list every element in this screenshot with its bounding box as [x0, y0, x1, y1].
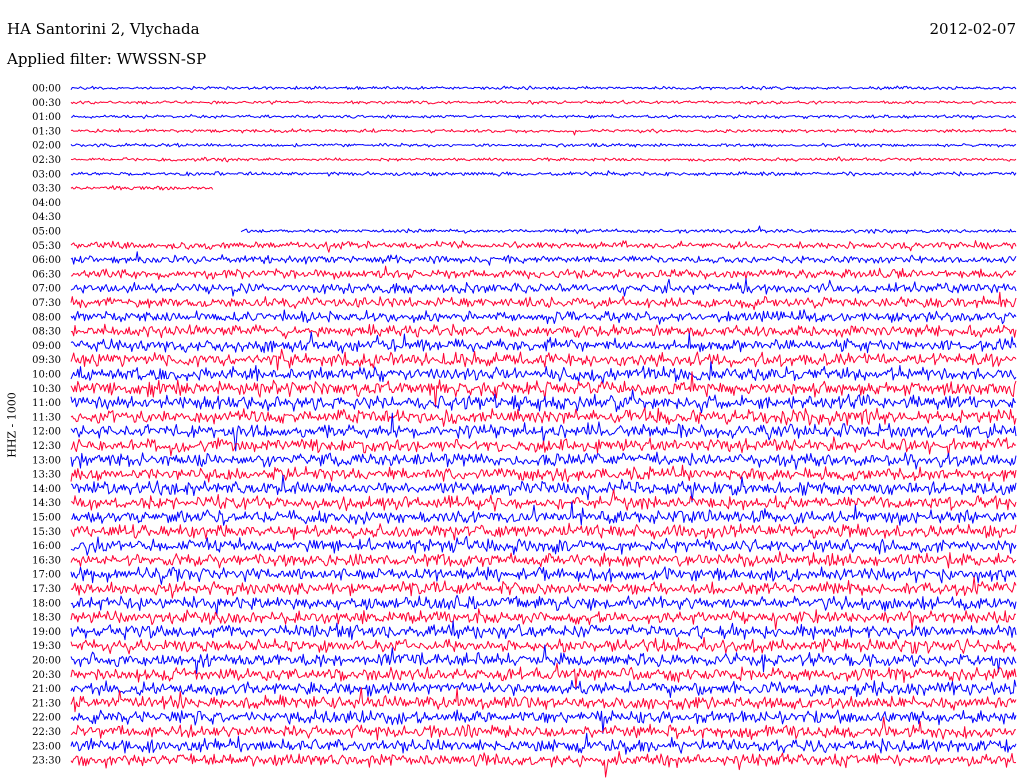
trace-row: [70, 709, 1017, 734]
row-time-label: 16:30: [32, 555, 61, 566]
row-time-label: 07:30: [32, 298, 61, 309]
row-time-label: 14:00: [32, 484, 61, 495]
trace-row: [70, 679, 1017, 698]
row-time-label: 21:00: [32, 684, 61, 695]
trace-group: [70, 85, 1017, 778]
row-time-label: 14:30: [32, 498, 61, 509]
row-time-label: 23:30: [32, 756, 61, 767]
row-time-label: 12:00: [32, 427, 61, 438]
trace-row: [70, 551, 1017, 569]
row-time-label: 06:00: [32, 255, 61, 266]
trace-row: [70, 309, 1017, 325]
trace-row: [240, 225, 1017, 235]
row-time-label: 20:30: [32, 670, 61, 681]
row-time-label: 19:30: [32, 641, 61, 652]
helicorder-plot: 00:00 00:30 01:00 01:30 02:00 02:30 03:00 03:30…: [32, 84, 1017, 778]
row-time-label: 02:00: [32, 141, 61, 152]
row-time-label: 08:30: [32, 327, 61, 338]
trace-row: [70, 594, 1017, 616]
row-time-label: 19:00: [32, 627, 61, 638]
row-time-label: 18:30: [32, 613, 61, 624]
row-time-label: 02:30: [32, 155, 61, 166]
trace-row: [70, 501, 1017, 526]
row-time-label: 22:30: [32, 727, 61, 738]
row-time-label: 09:30: [32, 355, 61, 366]
trace-row: [70, 608, 1017, 630]
row-time-label: 03:00: [32, 169, 61, 180]
trace-row: [70, 331, 1017, 354]
row-time-label: 17:00: [32, 570, 61, 581]
row-time-label: 18:00: [32, 598, 61, 609]
trace-row: [70, 644, 1017, 675]
trace-row: [70, 278, 1017, 297]
row-time-label: 01:00: [32, 112, 61, 123]
row-time-label: 22:00: [32, 713, 61, 724]
trace-row: [70, 361, 1017, 385]
trace-row: [70, 451, 1017, 470]
row-time-label: 00:30: [32, 98, 61, 109]
trace-row: [70, 522, 1017, 541]
trace-row: [70, 251, 1017, 266]
tick-label-group: 00:00 00:30 01:00 01:30 02:00 02:30 03:00 03:30…: [32, 84, 61, 767]
row-time-label: 10:30: [32, 384, 61, 395]
trace-row: [70, 637, 1017, 655]
trace-row: [70, 85, 1017, 91]
trace-row: [70, 464, 1017, 483]
trace-row: [70, 156, 1017, 163]
trace-row: [70, 566, 1017, 585]
trace-row: [70, 407, 1017, 427]
trace-row: [70, 113, 1017, 120]
trace-row: [70, 348, 1017, 371]
row-time-label: 04:30: [32, 212, 61, 223]
row-time-label: 05:00: [32, 227, 61, 238]
row-time-label: 06:30: [32, 269, 61, 280]
trace-row: [70, 99, 1017, 105]
trace-row: [70, 732, 1017, 755]
trace-row: [70, 576, 1017, 599]
row-time-label: 09:00: [32, 341, 61, 352]
row-time-label: 23:00: [32, 741, 61, 752]
trace-row: [70, 750, 1017, 778]
row-time-label: 21:30: [32, 698, 61, 709]
row-time-label: 01:30: [32, 126, 61, 137]
row-time-label: 08:00: [32, 312, 61, 323]
row-time-label: 00:00: [32, 84, 61, 95]
row-time-label: 13:00: [32, 455, 61, 466]
trace-row: [70, 488, 1017, 512]
row-time-label: 10:00: [32, 370, 61, 381]
trace-row: [70, 687, 1017, 713]
trace-row: [70, 265, 1017, 280]
trace-row: [70, 170, 1017, 177]
row-time-label: 04:00: [32, 198, 61, 209]
trace-row: [70, 291, 1017, 311]
row-time-label: 20:00: [32, 656, 61, 667]
trace-row: [70, 142, 1017, 148]
trace-row: [70, 323, 1017, 340]
trace-row: [70, 185, 214, 191]
trace-row: [70, 620, 1017, 641]
row-time-label: 03:30: [32, 184, 61, 195]
row-time-label: 11:00: [32, 398, 61, 409]
trace-row: [70, 240, 1017, 253]
row-time-label: 05:30: [32, 241, 61, 252]
row-time-label: 07:00: [32, 284, 61, 295]
row-time-label: 17:30: [32, 584, 61, 595]
row-time-label: 15:00: [32, 513, 61, 524]
trace-row: [70, 716, 1016, 741]
trace-row: [70, 535, 1017, 556]
row-time-label: 13:30: [32, 470, 61, 481]
trace-row: [70, 128, 1017, 136]
row-time-label: 16:00: [32, 541, 61, 552]
row-time-label: 12:30: [32, 441, 61, 452]
row-time-label: 15:30: [32, 527, 61, 538]
row-time-label: 11:30: [32, 412, 61, 423]
